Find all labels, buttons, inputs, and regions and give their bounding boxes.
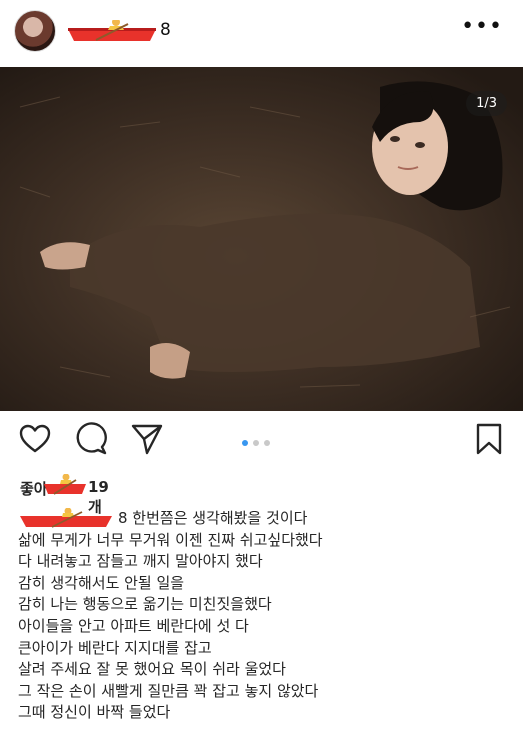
caption-line: 그 작은 손이 새빨게 질만큼 꽉 잡고 놓지 않았다 bbox=[18, 681, 319, 700]
bookmark-icon[interactable] bbox=[472, 422, 506, 456]
rowboat-emoji-icon bbox=[68, 20, 156, 41]
caption-first-line: 8 한번쯤은 생각해봤을 것이다 bbox=[18, 508, 513, 530]
rowboat-emoji-icon bbox=[44, 474, 86, 495]
photo-image bbox=[0, 67, 523, 411]
post-photo[interactable]: 1/3 bbox=[0, 67, 523, 411]
carousel-dot bbox=[253, 440, 259, 446]
post-header: 8 ••• bbox=[0, 0, 523, 66]
carousel-dot-active bbox=[242, 440, 248, 446]
share-icon[interactable] bbox=[130, 422, 164, 456]
caption-line: 큰아이가 베란다 지지대를 잡고 bbox=[18, 638, 212, 657]
avatar[interactable] bbox=[14, 10, 56, 52]
post-caption: 8 한번쯤은 생각해봤을 것이다 삶에 무게가 너무 무거워 이젠 진짜 쉬고싶… bbox=[18, 508, 513, 724]
username[interactable]: 8 bbox=[66, 16, 186, 44]
caption-line: 그때 정신이 바짝 들었다 bbox=[18, 703, 171, 722]
rowboat-emoji-icon bbox=[20, 508, 112, 528]
caption-line: 삶에 무게가 너무 무거워 이젠 진짜 쉬고싶다했다 bbox=[18, 530, 323, 549]
caption-line: 다 내려놓고 잠들고 깨지 말아야지 했다 bbox=[18, 552, 263, 571]
heart-icon[interactable] bbox=[18, 422, 52, 456]
carousel-dots bbox=[242, 440, 270, 446]
slide-counter: 1/3 bbox=[466, 91, 507, 116]
carousel-dot bbox=[264, 440, 270, 446]
more-icon[interactable]: ••• bbox=[461, 14, 503, 39]
username-tail: 8 bbox=[160, 20, 171, 40]
caption-tail: 8 한번쯤은 생각해봤을 것이다 bbox=[118, 509, 308, 527]
action-bar bbox=[0, 422, 523, 466]
caption-line: 감히 나는 행동으로 옮기는 미친짓을했다 bbox=[18, 595, 272, 614]
caption-line: 아이들을 안고 아파트 베란다에 섯 다 bbox=[18, 616, 249, 635]
caption-line: 감히 생각해서도 안될 일을 bbox=[18, 573, 185, 592]
comment-icon[interactable] bbox=[74, 422, 108, 456]
caption-line: 살려 주세요 잘 못 했어요 목이 쉬라 울었다 bbox=[18, 660, 286, 679]
likes-count[interactable]: 좋아 19개 bbox=[20, 474, 109, 516]
